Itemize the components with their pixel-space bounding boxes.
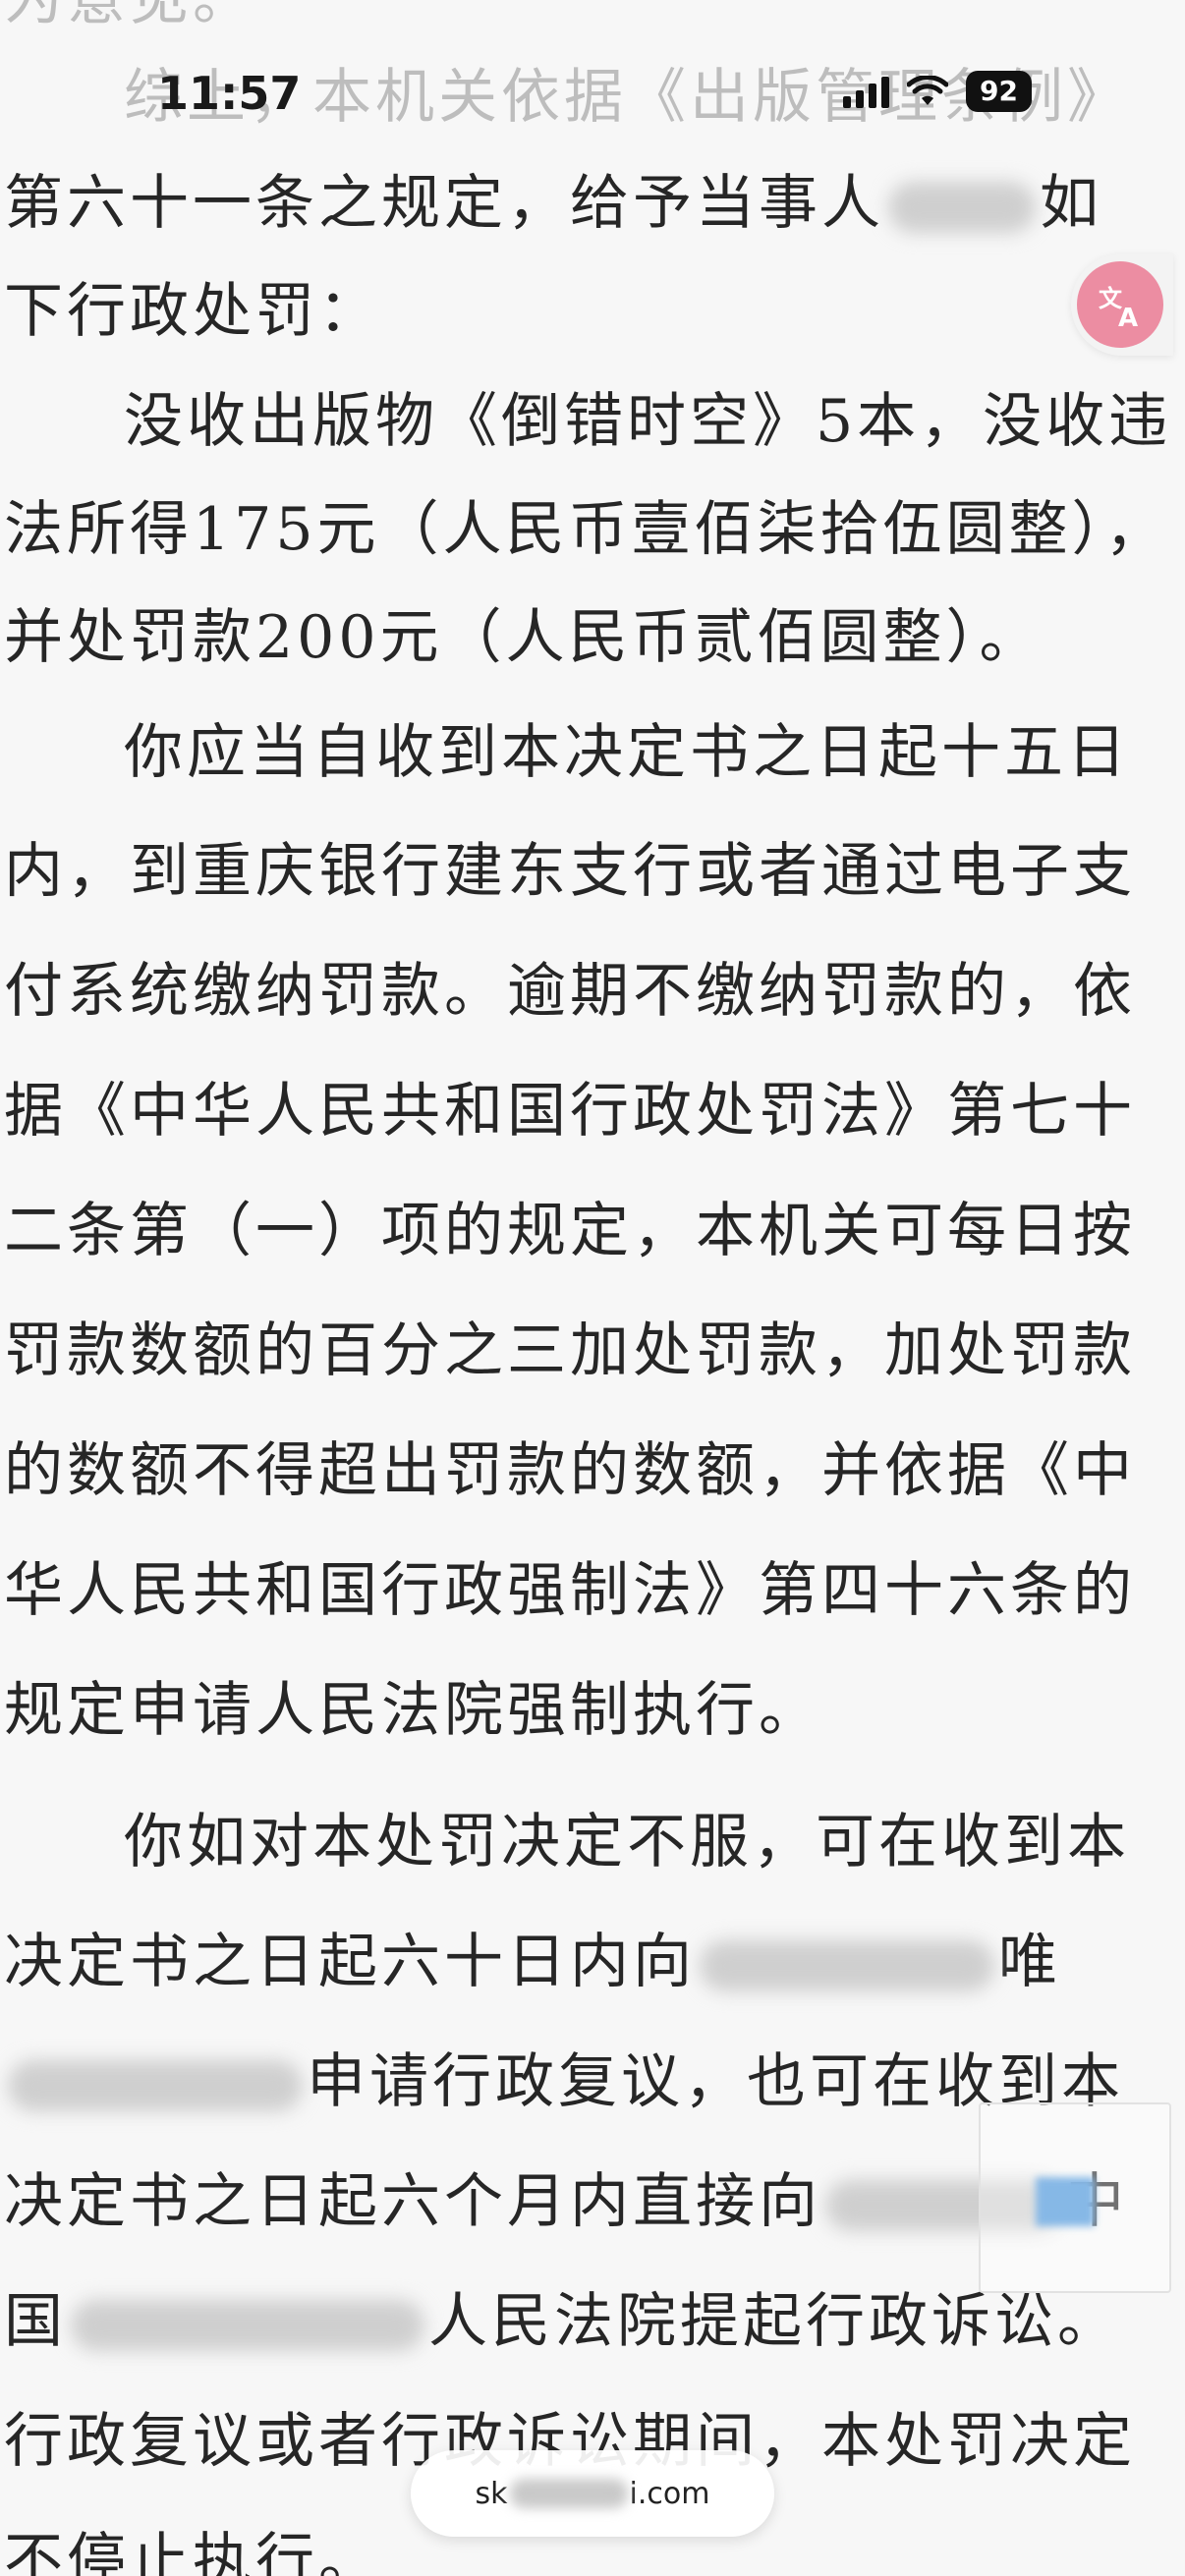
doc-line-7: 你应当自收到本决定书之日起十五日 <box>124 718 1130 787</box>
doc-line-9: 付系统缴纳罚款。逾期不缴纳罚款的，依 <box>4 957 1136 1026</box>
status-bar: 11:57 92 <box>0 0 1185 147</box>
doc-line-4: 没收出版物《倒错时空》5本，没收违 <box>124 387 1172 456</box>
doc-line-12: 罚款数额的百分之三加处罚款，加处罚款 <box>4 1316 1136 1385</box>
doc-line-5: 法所得175元（人民币壹佰柒拾伍圆整）， <box>4 495 1168 564</box>
doc-line-20: 国人民法院提起行政诉讼。 <box>4 2287 1120 2356</box>
doc-line-2: 第六十一条之规定，给予当事人如 <box>4 169 1102 238</box>
translate-icon: 文 A <box>1077 261 1163 348</box>
url-redacted <box>509 2479 628 2508</box>
signal-icon <box>843 75 889 108</box>
status-time: 11:57 <box>157 67 302 120</box>
doc-line-18: 申请行政复议，也可在收到本 <box>4 2049 1124 2114</box>
redacted-agency <box>700 1940 994 1992</box>
battery-icon: 92 <box>966 71 1032 112</box>
translate-button[interactable]: 文 A <box>1071 253 1173 356</box>
url-bar[interactable]: sk i.com <box>411 2450 774 2537</box>
doc-line-17: 决定书之日起六十日内向唯 <box>4 1928 1061 1996</box>
redacted-court-site <box>71 2300 424 2352</box>
status-icons: 92 <box>843 71 1032 112</box>
doc-line-22: 不停止执行。 <box>4 2527 381 2576</box>
doc-line-15: 规定申请人民法院强制执行。 <box>4 1676 821 1745</box>
doc-line-19: 决定书之日起六个月内直接向中 <box>4 2167 1128 2236</box>
doc-line-8: 内，到重庆银行建东支行或者通过电子支 <box>4 837 1136 906</box>
wifi-icon <box>907 76 948 105</box>
floating-panel[interactable] <box>979 2102 1171 2293</box>
screen: 为意见。 综上，本机关依据《出版管理条例》 第六十一条之规定，给予当事人如 下行… <box>0 0 1185 2576</box>
svg-text:A: A <box>1118 304 1138 332</box>
doc-line-6: 并处罚款200元（人民币贰佰圆整）。 <box>4 603 1043 672</box>
doc-line-11: 二条第（一）项的规定，本机关可每日按 <box>4 1197 1136 1265</box>
doc-line-16: 你如对本处罚决定不服，可在收到本 <box>124 1808 1130 1876</box>
redacted-name <box>888 182 1036 234</box>
redacted-website <box>8 2060 303 2112</box>
doc-line-13: 的数额不得超出罚款的数额，并依据《中 <box>4 1436 1136 1505</box>
doc-line-10: 据《中华人民共和国行政处罚法》第七十 <box>4 1077 1136 1146</box>
url-prefix: sk <box>475 2476 508 2511</box>
url-suffix: i.com <box>629 2476 710 2511</box>
doc-line-14: 华人民共和国行政强制法》第四十六条的 <box>4 1556 1136 1625</box>
doc-line-3: 下行政处罚： <box>4 277 381 346</box>
panel-mark <box>1036 2177 1095 2226</box>
